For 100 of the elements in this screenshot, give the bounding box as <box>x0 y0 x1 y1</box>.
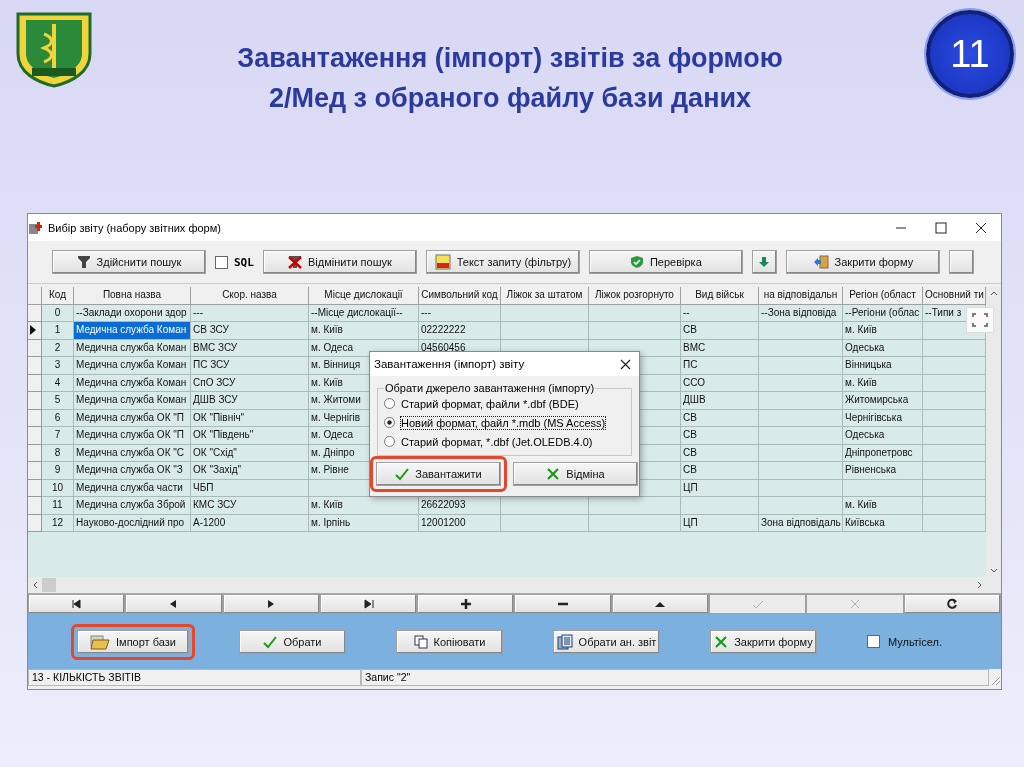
table-cell: Житомирська <box>843 392 923 410</box>
table-cell: м. Київ <box>309 322 419 340</box>
table-cell: 8 <box>42 444 74 462</box>
table-cell: Чернігівська <box>843 409 923 427</box>
window-title: Вибір звіту (набору звітних форм) <box>48 221 222 234</box>
column-header[interactable]: Ліжок за штатом <box>501 287 589 305</box>
table-cell: Одеська <box>843 427 923 445</box>
table-cell: ВМС ЗСУ <box>191 339 309 357</box>
table-cell: СВ <box>681 462 759 480</box>
table-cell: 9 <box>42 462 74 480</box>
status-text: 13 - КІЛЬКІСТЬ ЗВІТІВ <box>28 669 361 686</box>
table-cell: Вінницька <box>843 357 923 375</box>
table-cell: --Зона відповіда <box>759 304 843 322</box>
dialog-button[interactable]: Завантажити <box>376 462 501 486</box>
table-cell: А-1200 <box>191 514 309 532</box>
table-cell: Медична служба Коман <box>74 357 191 375</box>
table-cell: -- <box>681 304 759 322</box>
table-cell: м. Київ <box>843 374 923 392</box>
column-header[interactable]: Символьний код <box>419 287 501 305</box>
table-cell: Медична служба Коман <box>74 322 191 340</box>
checkbox-label: Мультісел. <box>888 635 943 648</box>
column-header[interactable]: Код <box>42 287 74 305</box>
action-button[interactable]: Обрати <box>239 629 346 654</box>
action-button[interactable]: Копіювати <box>396 629 503 654</box>
table-cell: Дніпропетровс <box>843 444 923 462</box>
toolbar-button[interactable]: Закрити форму <box>785 250 940 274</box>
column-header[interactable]: Основний ти <box>923 287 986 305</box>
table-cell: ССО <box>681 374 759 392</box>
table-cell: Медична служба Коман <box>74 374 191 392</box>
table-cell: 10 <box>42 479 74 497</box>
table-cell: КМС ЗСУ <box>191 497 309 515</box>
column-header[interactable]: на відповідальн <box>759 287 843 305</box>
toolbar-button[interactable]: Перевірка <box>588 250 743 274</box>
column-header[interactable]: Регіон (област <box>843 287 923 305</box>
action-button[interactable]: Закрити форму <box>710 629 817 654</box>
toolbar-button[interactable]: Текст запиту (фільтру) <box>425 250 580 274</box>
slide-title: 2/Мед з обраного файлу бази даних <box>268 82 752 115</box>
table-cell: 4 <box>42 374 74 392</box>
table-cell: Медична служба Зброй <box>74 497 191 515</box>
column-header[interactable]: Вид військ <box>681 287 759 305</box>
table-cell: Київська <box>843 514 923 532</box>
table-cell: ЧБП <box>191 479 309 497</box>
table-cell: СпО ЗСУ <box>191 374 309 392</box>
table-cell: Медична служба части <box>74 479 191 497</box>
table-cell: Одеська <box>843 339 923 357</box>
table-cell: СВ <box>681 427 759 445</box>
table-cell: Медична служба Коман <box>74 392 191 410</box>
table-cell: Медична служба ОК "С <box>74 444 191 462</box>
table-cell: СВ ЗСУ <box>191 322 309 340</box>
table-cell: 7 <box>42 427 74 445</box>
table-cell: 02222222 <box>419 322 501 340</box>
table-cell: --- <box>419 304 501 322</box>
table-cell: Медична служба ОК "П <box>74 427 191 445</box>
table-cell: ДШВ ЗСУ <box>191 392 309 410</box>
table-cell: м. Ірпінь <box>309 514 419 532</box>
column-header[interactable]: Ліжок розгорнуто <box>589 287 681 305</box>
toolbar-button[interactable]: Відмінити пошук <box>262 250 417 274</box>
table-cell: Медична служба Коман <box>74 339 191 357</box>
table-cell: ОК "Захід" <box>191 462 309 480</box>
table-cell: ПС ЗСУ <box>191 357 309 375</box>
table-cell: 6 <box>42 409 74 427</box>
table-cell: м. Київ <box>843 322 923 340</box>
table-cell: ЦП <box>681 479 759 497</box>
column-header[interactable]: Повна назва <box>74 287 191 305</box>
column-header[interactable]: Скор. назва <box>191 287 309 305</box>
status-text: Запис "2" <box>361 669 989 686</box>
table-cell: ВМС <box>681 339 759 357</box>
action-button[interactable]: Обрати ан. звіт <box>553 629 660 654</box>
table-cell: Зона відповідаль <box>759 514 843 532</box>
table-cell: ПС <box>681 357 759 375</box>
toolbar-button[interactable]: Здійснити пошук <box>52 250 206 274</box>
table-cell: ДШВ <box>681 392 759 410</box>
table-cell: СВ <box>681 444 759 462</box>
table-cell: 11 <box>42 497 74 515</box>
table-cell: Медична служба ОК "П <box>74 409 191 427</box>
table-cell: ОК "Схід" <box>191 444 309 462</box>
column-header[interactable]: Місце дислокації <box>309 287 419 305</box>
table-cell: Медична служба ОК "З <box>74 462 191 480</box>
dialog-button[interactable]: Відміна <box>513 462 638 486</box>
page-number: 11 <box>926 10 1014 98</box>
checkbox-label: SQL <box>234 255 254 269</box>
table-cell: ОК "Південь" <box>191 427 309 445</box>
table-cell: 2 <box>42 339 74 357</box>
table-cell: СВ <box>681 322 759 340</box>
table-cell: --Регіони (облас <box>843 304 923 322</box>
table-cell: --Місце дислокації-- <box>309 304 419 322</box>
table-cell: 5 <box>42 392 74 410</box>
action-button[interactable]: Імпорт бази <box>77 629 189 654</box>
table-cell: м. Київ <box>843 497 923 515</box>
table-cell: ЦП <box>681 514 759 532</box>
table-cell: 12001200 <box>419 514 501 532</box>
table-cell: Рівненська <box>843 462 923 480</box>
slide-title: Завантаження (імпорт) звітів за формою <box>237 42 783 75</box>
table-cell: 12 <box>42 514 74 532</box>
table-cell: СВ <box>681 409 759 427</box>
table-cell: Науково-дослідний про <box>74 514 191 532</box>
table-cell: ОК "Північ" <box>191 409 309 427</box>
table-cell: 3 <box>42 357 74 375</box>
table-cell: 0 <box>42 304 74 322</box>
table-cell: --- <box>191 304 309 322</box>
